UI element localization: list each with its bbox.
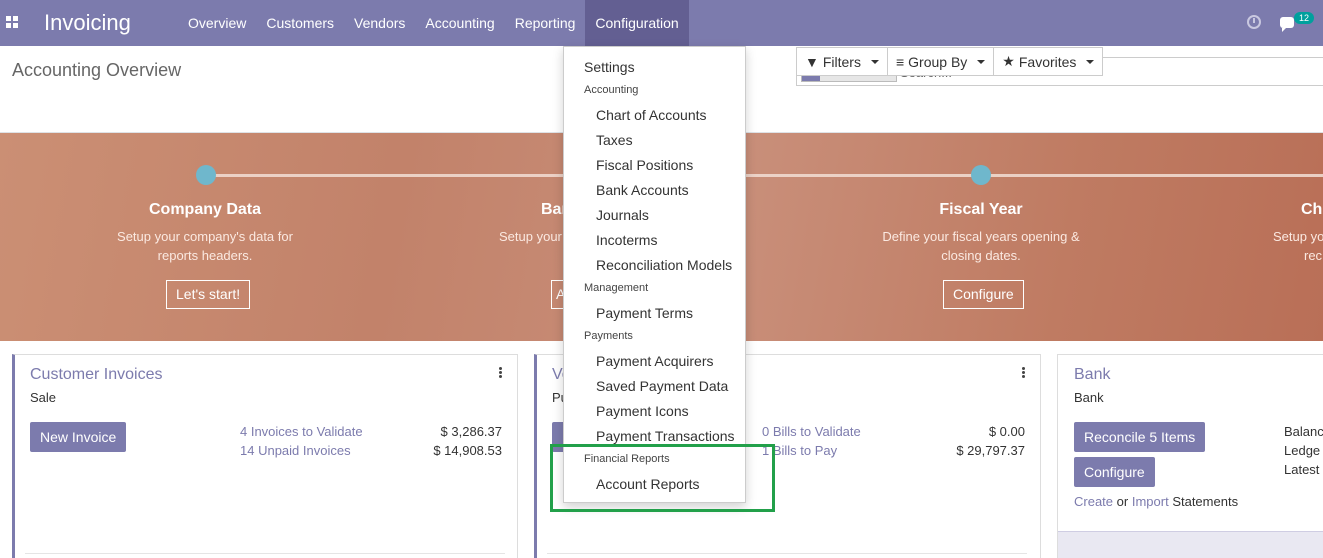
- step-title: Company Data: [148, 201, 262, 218]
- step-title: Ch: [1301, 201, 1323, 218]
- reconcile-button[interactable]: Reconcile 5 Items: [1074, 422, 1206, 452]
- caret-down-icon: [870, 59, 879, 64]
- step-dot: [971, 165, 991, 185]
- step-description: Define your fiscal years opening & closi…: [871, 227, 1091, 265]
- groupby-button[interactable]: ≡ Group By: [886, 47, 995, 76]
- menu-journals[interactable]: Journals: [596, 207, 649, 223]
- graph-area: [25, 553, 505, 558]
- favorites-button[interactable]: ★ Favorites: [993, 47, 1104, 76]
- page-title: Accounting Overview: [12, 60, 182, 80]
- menu-chart-of-accounts[interactable]: Chart of Accounts: [596, 107, 707, 123]
- section-header-management: Management: [584, 282, 649, 294]
- list-icon: ≡: [895, 53, 905, 70]
- section-header-accounting: Accounting: [584, 84, 639, 96]
- step-desc-line: reports headers.: [157, 248, 253, 263]
- configure-fiscal-year-button[interactable]: Configure: [943, 280, 1024, 309]
- bills-to-validate-link[interactable]: 0 Bills to Validate: [762, 424, 861, 439]
- filter-icon: ▼: [805, 53, 819, 70]
- menu-reconciliation-models[interactable]: Reconciliation Models: [596, 257, 732, 273]
- activity-clock-icon[interactable]: [1247, 15, 1261, 29]
- menu-customers[interactable]: Customers: [256, 0, 344, 46]
- step-desc-line: Define your fiscal years opening &: [882, 229, 1080, 244]
- configuration-dropdown: Settings Accounting Chart of Accounts Ta…: [563, 46, 746, 503]
- card-subtitle: Bank: [1074, 390, 1104, 405]
- menu-fiscal-positions[interactable]: Fiscal Positions: [596, 157, 693, 173]
- graph-area: [547, 553, 1027, 558]
- filters-label: Filters: [822, 53, 861, 70]
- highlight-annotation-box: [550, 444, 775, 512]
- menu-bank-accounts[interactable]: Bank Accounts: [596, 182, 689, 198]
- menu-payment-icons[interactable]: Payment Icons: [596, 403, 689, 419]
- menu-configuration[interactable]: Configuration: [585, 0, 689, 46]
- apps-menu-icon[interactable]: [6, 16, 18, 28]
- star-icon: ★: [1002, 53, 1015, 69]
- menu-saved-payment-data[interactable]: Saved Payment Data: [596, 378, 728, 394]
- step-description: Setup your: [499, 227, 569, 246]
- menu-overview[interactable]: Overview: [178, 0, 256, 46]
- menu-vendors[interactable]: Vendors: [344, 0, 415, 46]
- menu-settings[interactable]: Settings: [584, 59, 635, 75]
- app-brand[interactable]: Invoicing: [44, 10, 131, 36]
- caret-down-icon: [977, 59, 986, 64]
- invoices-to-validate-amount: $ 3,286.37: [440, 424, 502, 439]
- statements-links: Create or Import Statements: [1074, 494, 1238, 509]
- menu-payment-transactions[interactable]: Payment Transactions: [596, 428, 735, 444]
- bank-card: Bank Bank Reconcile 5 Items Configure Cr…: [1057, 354, 1323, 558]
- main-menu: Overview Customers Vendors Accounting Re…: [178, 0, 689, 46]
- bills-to-validate-amount: $ 0.00: [988, 424, 1025, 439]
- balance-label: Balanc: [1284, 424, 1323, 439]
- step-desc-line: Setup your: [499, 229, 562, 244]
- menu-taxes[interactable]: Taxes: [596, 132, 633, 148]
- invoices-to-validate-link[interactable]: 4 Invoices to Validate: [240, 424, 363, 439]
- menu-reporting[interactable]: Reporting: [505, 0, 586, 46]
- menu-accounting[interactable]: Accounting: [415, 0, 504, 46]
- step-desc-line: Setup yo: [1273, 229, 1323, 244]
- customer-invoices-card: Customer Invoices Sale New Invoice 4 Inv…: [12, 354, 518, 558]
- or-text: or: [1116, 494, 1129, 509]
- card-title[interactable]: Customer Invoices: [30, 366, 163, 384]
- progress-line: [205, 174, 1323, 177]
- new-invoice-button[interactable]: New Invoice: [30, 422, 127, 452]
- groupby-label: Group By: [908, 53, 968, 70]
- filters-button[interactable]: ▼ Filters: [796, 47, 888, 76]
- step-title: Fiscal Year: [939, 201, 1023, 218]
- step-description: Setup yo rec: [1273, 227, 1323, 265]
- menu-incoterms[interactable]: Incoterms: [596, 232, 657, 248]
- messaging-chat-icon[interactable]: [1280, 17, 1294, 32]
- statements-text: Statements: [1172, 494, 1239, 509]
- top-navbar: Invoicing Overview Customers Vendors Acc…: [0, 0, 1323, 46]
- kebab-menu-icon[interactable]: [1022, 367, 1025, 378]
- step-desc-line: Setup your company's data for: [117, 229, 293, 244]
- step-description: Setup your company's data for reports he…: [100, 227, 310, 265]
- latest-label: Latest: [1284, 462, 1320, 477]
- import-link[interactable]: Import: [1132, 494, 1169, 509]
- lets-start-button[interactable]: Let's start!: [166, 280, 251, 309]
- create-link[interactable]: Create: [1074, 494, 1113, 509]
- kebab-menu-icon[interactable]: [499, 367, 502, 378]
- menu-payment-terms[interactable]: Payment Terms: [596, 305, 693, 321]
- bills-to-pay-amount: $ 29,797.37: [956, 443, 1025, 458]
- card-subtitle: Sale: [30, 390, 57, 405]
- section-header-payments: Payments: [584, 330, 633, 342]
- step-desc-line: rec: [1304, 248, 1323, 263]
- caret-down-icon: [1086, 59, 1095, 64]
- search-options: ▼ Filters ≡ Group By ★ Favorites: [796, 47, 1104, 76]
- ledger-label: Ledge: [1284, 443, 1321, 458]
- step-dot: [196, 165, 216, 185]
- configure-bank-button[interactable]: Configure: [1074, 457, 1155, 487]
- card-title[interactable]: Bank: [1074, 366, 1110, 384]
- favorites-label: Favorites: [1018, 53, 1077, 70]
- unpaid-invoices-link[interactable]: 14 Unpaid Invoices: [240, 443, 351, 458]
- step-desc-line: closing dates.: [941, 248, 1021, 263]
- message-count-badge: 12: [1294, 12, 1315, 24]
- unpaid-invoices-amount: $ 14,908.53: [433, 443, 502, 458]
- menu-payment-acquirers[interactable]: Payment Acquirers: [596, 353, 714, 369]
- graph-area: [1058, 531, 1323, 558]
